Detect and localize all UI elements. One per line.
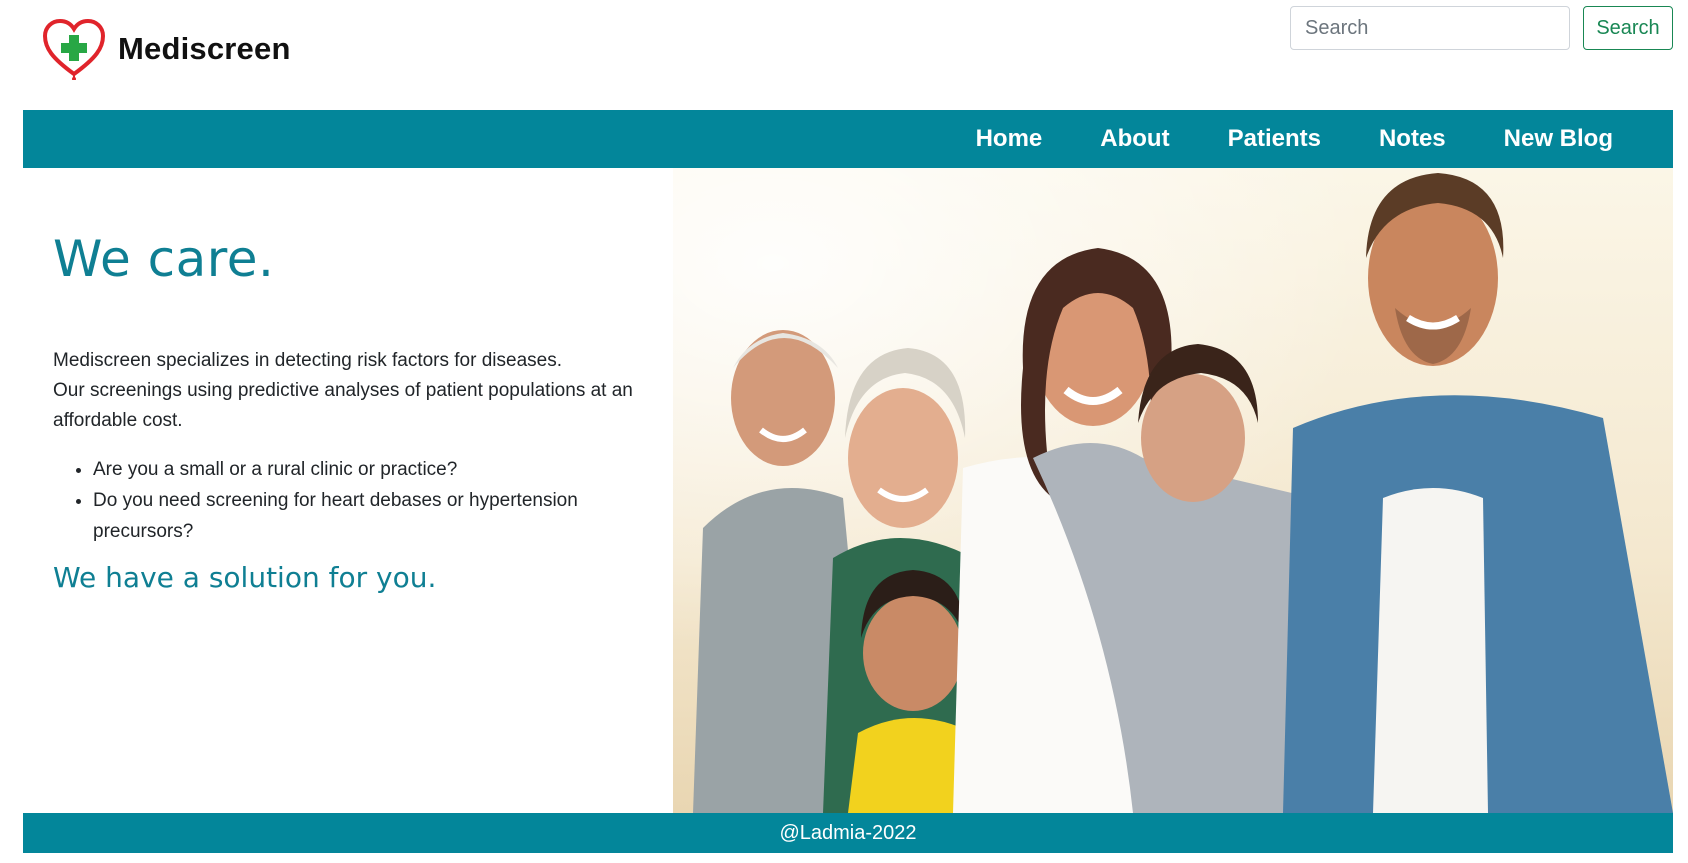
nav-item-patients[interactable]: Patients	[1228, 125, 1321, 153]
nav-item-notes[interactable]: Notes	[1379, 125, 1446, 153]
description: Mediscreen specializes in detecting risk…	[53, 346, 663, 436]
heart-cross-icon	[42, 18, 106, 80]
brand-name: Mediscreen	[118, 31, 291, 66]
family-photo-illustration	[673, 168, 1673, 813]
bullet-item: Are you a small or a rural clinic or pra…	[93, 454, 663, 485]
page: Mediscreen Search Home About Patients No…	[0, 0, 1688, 863]
search-button[interactable]: Search	[1583, 6, 1673, 50]
search-input[interactable]	[1290, 6, 1570, 50]
description-line: Mediscreen specializes in detecting risk…	[53, 350, 563, 371]
tagline: We have a solution for you.	[53, 561, 437, 594]
hero-text: We care. Mediscreen specializes in detec…	[53, 168, 663, 594]
description-line: Our screenings using predictive analyses…	[53, 380, 633, 431]
page-title: We care.	[53, 230, 275, 288]
nav-item-about[interactable]: About	[1100, 125, 1169, 153]
nav-item-new-blog[interactable]: New Blog	[1504, 125, 1613, 153]
nav-item-home[interactable]: Home	[976, 125, 1043, 153]
nav-links: Home About Patients Notes New Blog	[918, 110, 1613, 168]
logo[interactable]: Mediscreen	[42, 18, 291, 80]
navbar: Home About Patients Notes New Blog	[23, 110, 1673, 168]
family-photo	[673, 168, 1673, 813]
bullet-item: Do you need screening for heart debases …	[93, 485, 663, 547]
footer: @Ladmia-2022	[23, 813, 1673, 853]
bullet-list: Are you a small or a rural clinic or pra…	[53, 454, 663, 547]
